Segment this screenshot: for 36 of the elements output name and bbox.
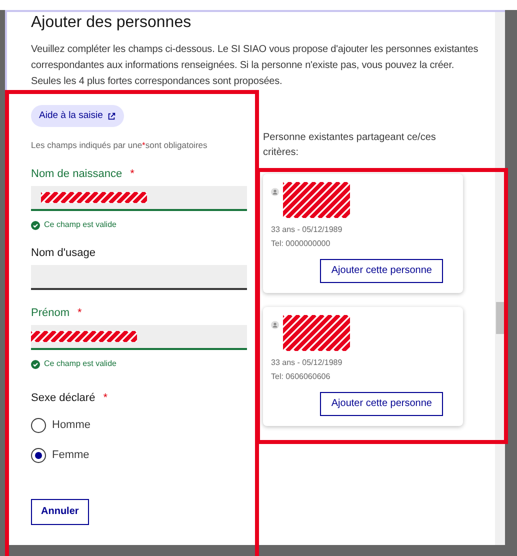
redaction-drawing [283,182,350,218]
help-link[interactable]: Aide à la saisie [31,105,124,128]
field-label: Nom d'usage [31,246,96,260]
person-phone: Tel: 0606060606 [271,371,332,382]
external-link-icon [106,112,116,121]
input-field[interactable] [31,325,247,350]
person-icon [271,188,279,196]
validation-message: Ce champ est valide [44,220,116,230]
field-label: Prénom [31,306,70,320]
radio-label: Femme [52,448,90,463]
check-circle-icon [31,220,40,230]
required-mark: * [78,306,82,320]
field-label: Nom de naissance [31,167,122,182]
radio-button[interactable] [31,418,46,433]
matches-heading: Personne existantes partageant ce/ces critères: [263,131,437,160]
required-mark: * [130,167,134,182]
check-circle-icon [31,360,40,369]
required-mark: * [103,391,108,406]
person-icon [271,321,279,329]
group-label: Sexe déclaré [31,391,96,406]
required-note: Les champs indiqués par une*sont obligatoires [31,139,208,152]
radio-button[interactable] [31,448,46,463]
cancel-button[interactable]: Annuler [31,499,89,526]
dialog-title: Ajouter des personnes [31,13,192,33]
radio-label: Homme [52,418,91,433]
add-person-button[interactable]: Ajouter cette personne [320,259,443,283]
person-age-birthdate: 33 ans - 05/12/1989 [271,224,344,235]
validation-message: Ce champ est valide [44,359,116,370]
person-age-birthdate: 33 ans - 05/12/1989 [271,357,344,368]
intro-text: Veuillez compléter les champs ci-dessous. Le SI SIAO vous propose d'ajouter les personnes existantes correspondantes aux informations renseignées. Si la personne n'existe pas, vous pouvez la créer. Seules les 4 plus fortes correspondances sont proposées. [31,43,480,89]
scrollbar[interactable] [495,12,505,545]
input-field[interactable] [31,265,247,290]
redaction-drawing [283,315,350,351]
add-person-button[interactable]: Ajouter cette personne [320,392,443,416]
input-field[interactable] [31,186,247,212]
person-phone: Tel: 0000000000 [271,238,332,249]
